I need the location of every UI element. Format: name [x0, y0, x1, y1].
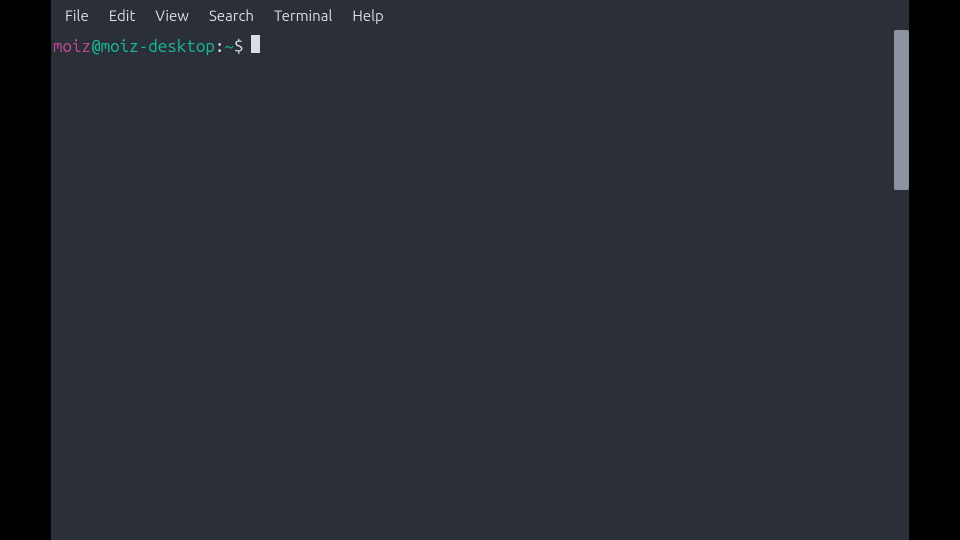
- scrollbar-thumb[interactable]: [894, 30, 909, 190]
- prompt-user: moiz: [53, 37, 91, 57]
- terminal-body[interactable]: moiz@moiz-desktop:~$: [51, 30, 909, 540]
- menu-terminal[interactable]: Terminal: [264, 3, 342, 28]
- menubar: File Edit View Search Terminal Help: [51, 0, 909, 30]
- prompt-host: moiz-desktop: [101, 37, 215, 57]
- prompt-dollar: $: [234, 37, 244, 57]
- prompt-line: moiz@moiz-desktop:~$: [53, 34, 907, 57]
- menu-edit[interactable]: Edit: [99, 3, 146, 28]
- menu-view[interactable]: View: [145, 3, 199, 28]
- prompt-path: ~: [224, 37, 234, 57]
- prompt-colon: :: [215, 37, 225, 57]
- menu-search[interactable]: Search: [199, 3, 264, 28]
- menu-file[interactable]: File: [55, 3, 99, 28]
- cursor-icon: [251, 35, 260, 53]
- terminal-window: File Edit View Search Terminal Help moiz…: [51, 0, 909, 540]
- prompt-at: @: [91, 37, 101, 57]
- scrollbar-track[interactable]: [894, 30, 909, 540]
- menu-help[interactable]: Help: [342, 3, 393, 28]
